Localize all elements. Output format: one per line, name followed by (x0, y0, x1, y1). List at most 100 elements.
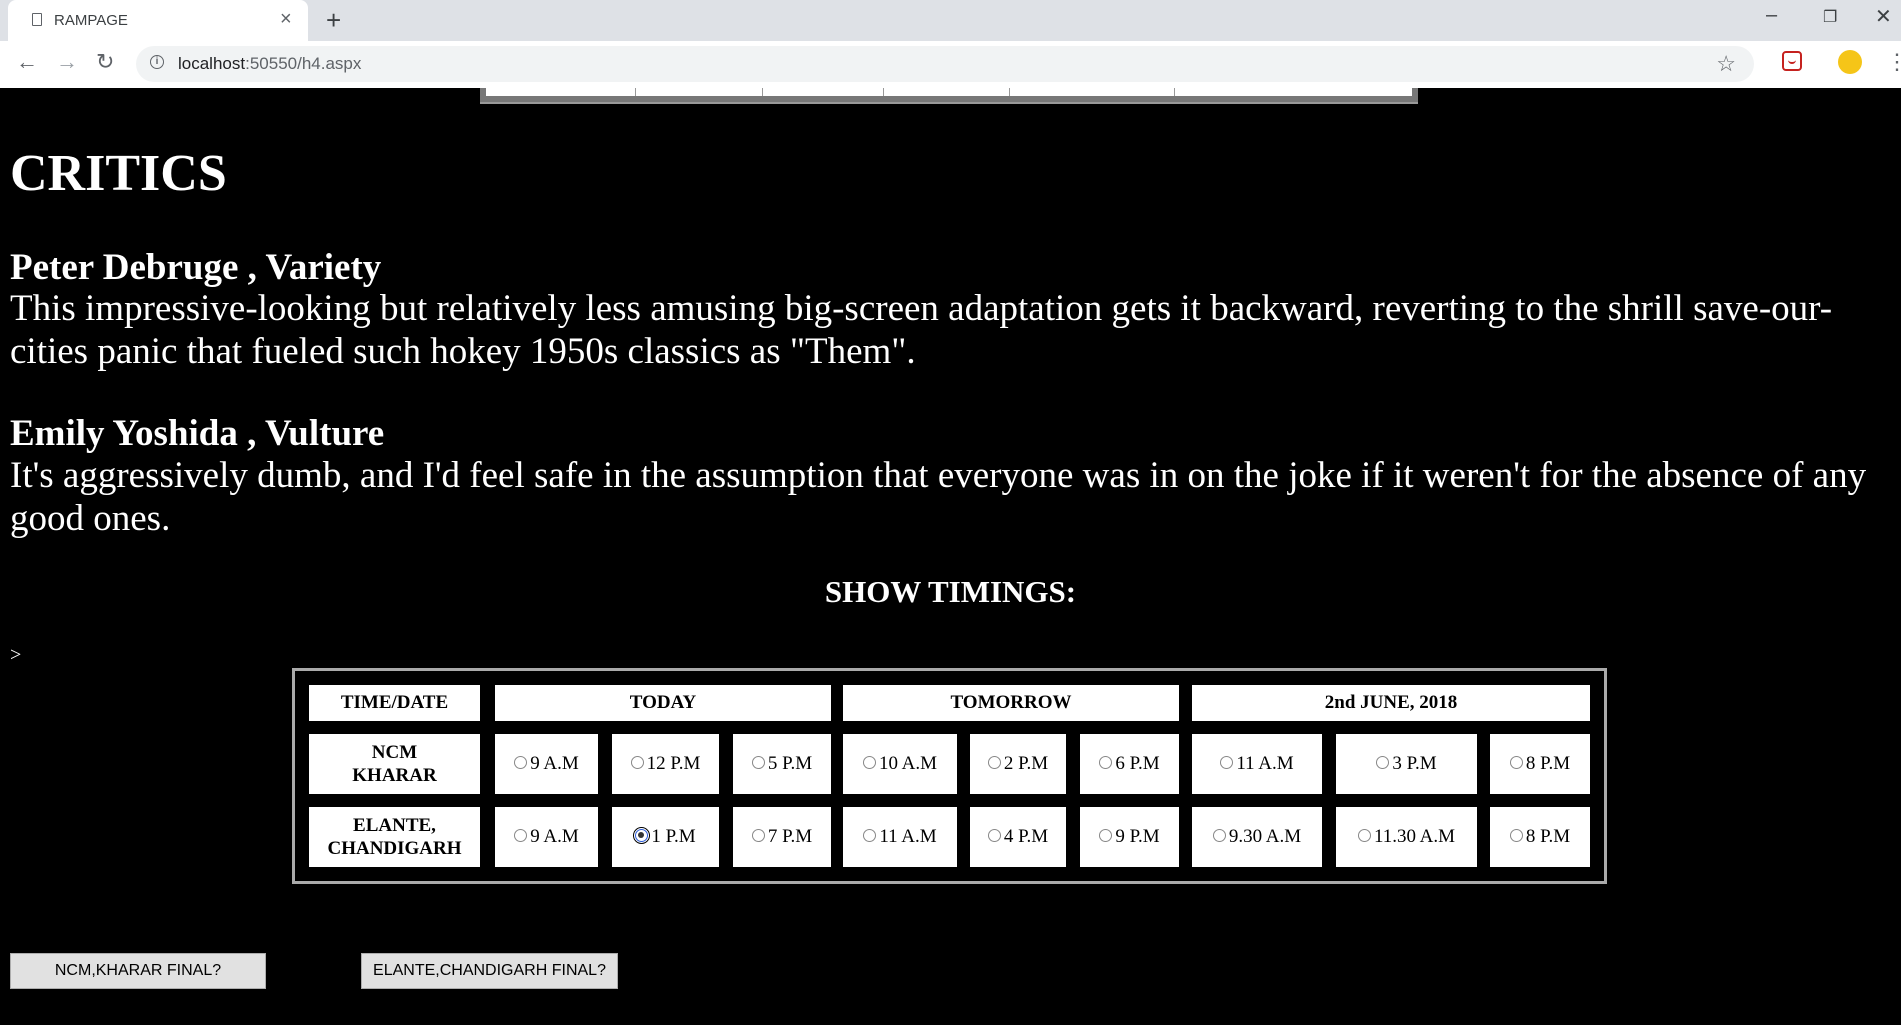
showtime-option[interactable]: 1 P.M (612, 807, 719, 867)
venue-name: ELANTE, CHANDIGARH (327, 815, 462, 859)
url-path: :50550/h4.aspx (245, 54, 362, 73)
forward-icon[interactable]: → (56, 51, 78, 73)
radio-button[interactable] (751, 828, 765, 842)
reload-icon[interactable]: ↻ (96, 51, 114, 73)
venue-name: NCM KHARAR (352, 742, 437, 786)
showtime-label: 3 P.M (1392, 753, 1437, 774)
critic-quote: This impressive-looking but relatively l… (10, 288, 1833, 372)
showtime-label: 10 A.M (878, 753, 938, 774)
critic-name: Peter Debruge , Variety (10, 247, 382, 288)
radio-button[interactable] (1099, 828, 1113, 842)
nav-item[interactable] (1010, 88, 1175, 96)
radio-button[interactable] (1220, 755, 1234, 769)
nav-menu-items (486, 88, 1412, 96)
showtime-label: 8 P.M (1525, 826, 1571, 847)
critics-heading: CRITICS (10, 145, 227, 202)
tab-strip: RAMPAGE × + – ❐ ✕ (0, 0, 1901, 41)
showtime-label: 8 P.M (1525, 753, 1571, 774)
nav-item[interactable] (486, 88, 636, 96)
new-tab-icon[interactable]: + (326, 6, 341, 34)
nav-item[interactable] (884, 88, 1010, 96)
header-time-date: TIME/DATE (309, 685, 480, 721)
menu-dots-icon[interactable]: ⋮ (1886, 49, 1901, 75)
nav-item[interactable] (636, 88, 763, 96)
showtime-option[interactable]: 9.30 A.M (1192, 807, 1322, 867)
ncm-kharar-final-button[interactable]: NCM,KHARAR FINAL? (10, 953, 266, 989)
header-tomorrow: TOMORROW (843, 685, 1179, 721)
radio-button[interactable] (1509, 755, 1523, 769)
restore-icon[interactable]: ❐ (1823, 7, 1837, 27)
showtime-option[interactable]: 5 P.M (733, 734, 831, 794)
radio-button[interactable] (987, 828, 1001, 842)
showtime-label: 5 P.M (767, 753, 813, 774)
showtime-label: 6 P.M (1115, 753, 1160, 774)
radio-button[interactable] (1509, 828, 1523, 842)
showtime-option[interactable]: 9 P.M (1080, 807, 1179, 867)
nav-menu-bar (480, 88, 1418, 104)
showtime-option[interactable]: 9 A.M (495, 734, 598, 794)
venue-ncm-kharar: NCM KHARAR (309, 734, 480, 794)
critic-quote: It's aggressively dumb, and I'd feel saf… (10, 455, 1867, 539)
showtime-option[interactable]: 7 P.M (733, 807, 831, 867)
showtime-label: 9.30 A.M (1228, 826, 1302, 847)
showtime-option[interactable]: 12 P.M (612, 734, 719, 794)
showtime-label: 2 P.M (1003, 753, 1049, 774)
showtime-option[interactable]: 11.30 A.M (1336, 807, 1477, 867)
radio-button[interactable] (751, 755, 765, 769)
radio-button[interactable] (514, 755, 528, 769)
site-info-icon[interactable]: i (150, 55, 164, 69)
radio-button[interactable] (862, 755, 876, 769)
radio-button[interactable] (1376, 755, 1390, 769)
document-icon (32, 13, 42, 26)
bookmark-star-icon[interactable]: ☆ (1716, 51, 1736, 77)
nav-item[interactable] (1175, 88, 1405, 96)
address-url[interactable]: localhost:50550/h4.aspx (178, 54, 361, 74)
showtime-option[interactable]: 4 P.M (970, 807, 1066, 867)
nav-item[interactable] (763, 88, 884, 96)
showtime-label: 11.30 A.M (1373, 826, 1456, 847)
header-2nd-june: 2nd JUNE, 2018 (1192, 685, 1590, 721)
showtime-option[interactable]: 9 A.M (495, 807, 598, 867)
close-tab-icon[interactable]: × (280, 9, 292, 29)
profile-avatar-icon[interactable] (1838, 50, 1862, 74)
header-today: TODAY (495, 685, 831, 721)
browser-chrome: RAMPAGE × + – ❐ ✕ ← → ↻ i localhost:5055… (0, 0, 1901, 88)
stray-text: > (10, 644, 22, 666)
address-bar[interactable]: i localhost:50550/h4.aspx ☆ (136, 46, 1754, 82)
radio-button-selected[interactable] (633, 826, 651, 844)
showtime-option[interactable]: 11 A.M (1192, 734, 1322, 794)
showtime-option[interactable]: 3 P.M (1336, 734, 1477, 794)
radio-button[interactable] (630, 755, 644, 769)
radio-button[interactable] (1212, 828, 1226, 842)
showtime-option[interactable]: 8 P.M (1490, 807, 1590, 867)
showtime-option[interactable]: 8 P.M (1490, 734, 1590, 794)
showtime-option[interactable]: 10 A.M (843, 734, 957, 794)
browser-toolbar: ← → ↻ i localhost:50550/h4.aspx ☆ ⋮ (0, 41, 1901, 88)
radio-button[interactable] (1357, 828, 1371, 842)
page-content: CRITICS Peter Debruge , Variety This imp… (0, 88, 1901, 1025)
tab-title: RAMPAGE (54, 12, 128, 29)
pocket-extension-icon[interactable] (1782, 51, 1802, 71)
showtime-label: 11 A.M (879, 826, 937, 847)
showtime-label: 9 A.M (530, 753, 579, 774)
browser-tab[interactable]: RAMPAGE × (8, 0, 308, 41)
back-icon[interactable]: ← (16, 51, 38, 73)
showtime-option[interactable]: 2 P.M (970, 734, 1066, 794)
minimize-icon[interactable]: – (1766, 4, 1777, 27)
venue-elante-chandigarh: ELANTE, CHANDIGARH (309, 807, 480, 867)
radio-button[interactable] (1099, 755, 1113, 769)
radio-button[interactable] (514, 828, 528, 842)
showtime-label: 9 P.M (1115, 826, 1160, 847)
critic-name: Emily Yoshida , Vulture (10, 413, 385, 454)
show-timings-table: TIME/DATE TODAY TOMORROW 2nd JUNE, 2018 … (292, 668, 1607, 884)
show-timings-heading: SHOW TIMINGS: (824, 574, 1077, 609)
radio-button[interactable] (987, 755, 1001, 769)
showtime-label: 9 A.M (530, 826, 579, 847)
radio-button[interactable] (863, 828, 877, 842)
showtime-option[interactable]: 11 A.M (843, 807, 957, 867)
window-close-icon[interactable]: ✕ (1875, 4, 1892, 29)
showtime-label: 11 A.M (1236, 753, 1294, 774)
url-host: localhost (178, 54, 246, 73)
elante-chandigarh-final-button[interactable]: ELANTE,CHANDIGARH FINAL? (361, 953, 618, 989)
showtime-option[interactable]: 6 P.M (1080, 734, 1179, 794)
